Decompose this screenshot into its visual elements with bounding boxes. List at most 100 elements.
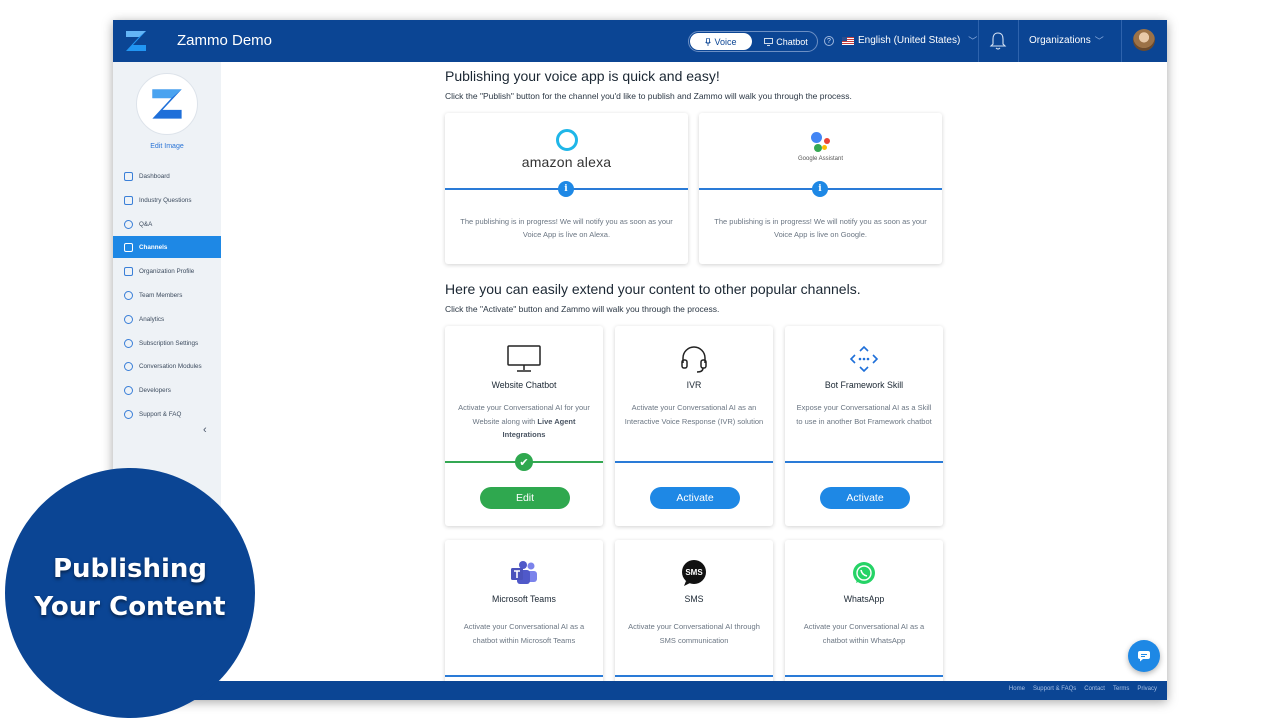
main-content: Publishing your voice app is quick and e… — [221, 62, 1167, 700]
google-publish-card[interactable]: Google Assistant i The publishing is in … — [699, 113, 942, 264]
organization-logo[interactable] — [136, 73, 198, 135]
footer-link-terms[interactable]: Terms — [1113, 686, 1129, 692]
monitor-icon — [764, 37, 774, 46]
alexa-ring-icon — [555, 129, 578, 151]
publish-heading: Publishing your voice app is quick and e… — [445, 68, 720, 84]
footer-link-privacy[interactable]: Privacy — [1137, 686, 1157, 692]
chart-icon — [124, 314, 133, 324]
status-line — [785, 675, 943, 677]
bot-framework-skill-card[interactable]: Bot Framework Skill Expose your Conversa… — [785, 326, 943, 526]
sms-card[interactable]: SMS SMS Activate your Conversational AI … — [615, 540, 773, 700]
bell-icon[interactable] — [989, 31, 1007, 51]
status-line — [785, 461, 943, 463]
sidebar-item-dashboard[interactable]: Dashboard — [113, 165, 221, 187]
overlay-line-1: Publishing — [52, 554, 208, 584]
google-assistant-icon — [808, 129, 834, 155]
alexa-publish-card[interactable]: amazon alexa i The publishing is in prog… — [445, 113, 688, 264]
status-line — [615, 461, 773, 463]
voice-mode-label: Voice — [714, 36, 737, 47]
footer-link-contact[interactable]: Contact — [1084, 686, 1105, 692]
channel-title: SMS — [684, 594, 704, 604]
sidebar-item-label: Industry Questions — [139, 196, 192, 204]
sidebar-item-label: Support & FAQ — [139, 410, 182, 418]
sidebar-item-conversation-modules[interactable]: Conversation Modules — [113, 355, 221, 377]
edit-image-link[interactable]: Edit Image — [113, 143, 221, 150]
zammo-logo-icon — [152, 89, 182, 119]
share-icon — [124, 361, 133, 371]
headset-icon — [615, 344, 773, 374]
divider — [1121, 20, 1122, 62]
channel-title: IVR — [686, 380, 702, 390]
stage: Zammo Demo Voice Chatbot ? English (Unit… — [0, 0, 1280, 720]
sidebar-item-label: Channels — [139, 243, 168, 251]
monitor-icon — [445, 344, 603, 374]
sms-icon: SMS — [615, 558, 773, 588]
question-icon — [124, 409, 133, 419]
microsoft-teams-icon — [445, 558, 603, 588]
sidebar-item-label: Q&A — [139, 220, 153, 228]
help-icon[interactable]: ? — [824, 36, 834, 46]
extend-heading: Here you can easily extend your content … — [445, 281, 861, 297]
monitor-icon — [124, 171, 133, 181]
whatsapp-icon — [785, 558, 943, 588]
bot-framework-icon — [785, 344, 943, 374]
app-title: Zammo Demo — [177, 32, 273, 49]
sidebar-item-label: Subscription Settings — [139, 339, 199, 347]
alexa-logo-text: amazon alexa — [521, 154, 612, 170]
zammo-logo-icon[interactable] — [123, 28, 149, 54]
top-bar: Zammo Demo Voice Chatbot ? English (Unit… — [113, 20, 1167, 62]
google-assistant-logo: Google Assistant — [699, 129, 942, 162]
info-icon: i — [812, 181, 828, 197]
chevron-down-icon: ﹀ — [1094, 36, 1104, 46]
overlay-badge: Publishing Your Content — [5, 468, 255, 718]
document-icon — [124, 266, 133, 276]
activate-button[interactable]: Activate — [650, 487, 740, 509]
chat-launcher-button[interactable] — [1128, 640, 1160, 672]
publish-status-message: The publishing is in progress! We will n… — [460, 217, 673, 239]
extend-subheading: Click the "Activate" button and Zammo wi… — [445, 304, 720, 314]
organizations-menu[interactable]: Organizations ﹀ — [1029, 34, 1104, 47]
chevron-down-icon: ﹀ — [968, 36, 978, 46]
sidebar-item-label: Analytics — [139, 315, 165, 323]
footer-link-home[interactable]: Home — [1009, 686, 1025, 692]
sidebar-item-qa[interactable]: Q&A — [113, 213, 221, 235]
mode-toggle: Voice Chatbot — [688, 31, 818, 52]
language-selector[interactable]: English (United States) ﹀ — [842, 34, 977, 47]
organizations-label: Organizations — [1029, 35, 1091, 46]
sidebar-item-channels[interactable]: Channels — [113, 236, 221, 258]
publish-subheading: Click the "Publish" button for the chann… — [445, 91, 852, 101]
channel-description: Activate your Conversational AI through … — [628, 622, 760, 645]
chatbot-mode-button[interactable]: Chatbot — [755, 33, 817, 50]
collapse-sidebar-chevron-icon[interactable]: ‹ — [203, 424, 207, 436]
divider — [978, 20, 979, 62]
sidebar-item-support-faq[interactable]: Support & FAQ — [113, 403, 221, 425]
people-icon — [124, 290, 133, 300]
sidebar-item-subscription-settings[interactable]: Subscription Settings — [113, 332, 221, 354]
channel-title: Bot Framework Skill — [824, 380, 904, 390]
voice-mode-button[interactable]: Voice — [690, 33, 752, 50]
overlay-badge-text: Publishing Your Content — [5, 550, 255, 626]
sidebar-item-analytics[interactable]: Analytics — [113, 308, 221, 330]
footer-link-support[interactable]: Support & FAQs — [1033, 686, 1076, 692]
sidebar-item-industry-questions[interactable]: Industry Questions — [113, 189, 221, 211]
app-window: Zammo Demo Voice Chatbot ? English (Unit… — [113, 20, 1167, 700]
gear-icon — [124, 338, 133, 348]
google-assistant-logo-text: Google Assistant — [797, 156, 844, 162]
compass-icon — [124, 385, 133, 395]
activate-button[interactable]: Activate — [820, 487, 910, 509]
user-avatar[interactable] — [1133, 29, 1155, 51]
channel-description: Expose your Conversational AI as a Skill… — [796, 403, 932, 426]
sidebar-item-developers[interactable]: Developers — [113, 379, 221, 401]
language-label: English (United States) — [858, 35, 961, 46]
microphone-icon — [705, 37, 712, 46]
whatsapp-card[interactable]: WhatsApp Activate your Conversational AI… — [785, 540, 943, 700]
microsoft-teams-card[interactable]: Microsoft Teams Activate your Conversati… — [445, 540, 603, 700]
sidebar-item-organization-profile[interactable]: Organization Profile — [113, 260, 221, 282]
edit-button[interactable]: Edit — [480, 487, 570, 509]
ivr-card[interactable]: IVR Activate your Conversational AI as a… — [615, 326, 773, 526]
sidebar-item-team-members[interactable]: Team Members — [113, 284, 221, 306]
website-chatbot-card[interactable]: Website Chatbot Activate your Conversati… — [445, 326, 603, 526]
chatbot-mode-label: Chatbot — [776, 36, 808, 47]
info-icon: i — [558, 181, 574, 197]
chat-bubble-icon — [1138, 651, 1150, 662]
